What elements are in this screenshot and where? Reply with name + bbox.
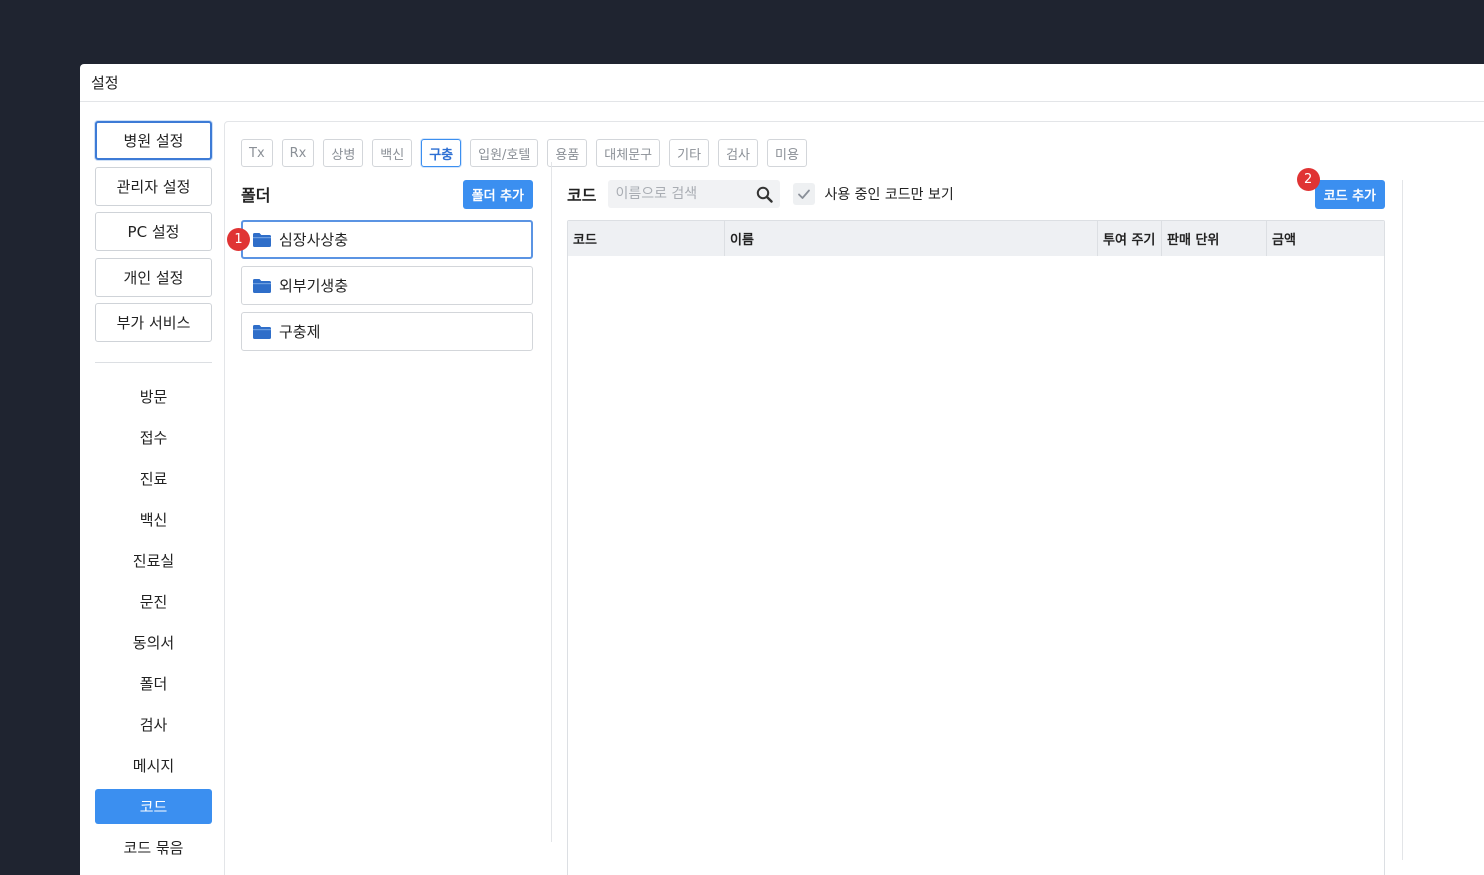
window-title: 설정 bbox=[91, 74, 119, 92]
nav-link-questionnaire[interactable]: 문진 bbox=[95, 584, 212, 619]
nav-link-exam-room[interactable]: 진료실 bbox=[95, 543, 212, 578]
check-icon bbox=[798, 189, 811, 199]
active-codes-checkbox[interactable] bbox=[793, 183, 816, 205]
tab-grooming[interactable]: 미용 bbox=[766, 139, 807, 167]
annotation-badge-2: 2 bbox=[1296, 168, 1320, 191]
column-header-sale-unit[interactable]: 판매 단위 bbox=[1162, 221, 1267, 256]
nav-link-visit[interactable]: 방문 bbox=[95, 379, 212, 414]
add-folder-button[interactable]: 폴더 추가 bbox=[462, 179, 533, 209]
search-box bbox=[608, 180, 781, 208]
folder-label: 외부기생충 bbox=[279, 277, 349, 295]
code-table: 코드 이름 투여 주기 판매 단위 금액 bbox=[567, 220, 1385, 875]
column-header-code[interactable]: 코드 bbox=[568, 221, 725, 256]
nav-link-test[interactable]: 검사 bbox=[95, 707, 212, 742]
settings-window: 설정 병원 설정 관리자 설정 PC 설정 개인 설정 부가 서비스 방문 접수… bbox=[80, 64, 1484, 875]
folder-icon bbox=[253, 324, 271, 339]
nav-link-code[interactable]: 코드 bbox=[95, 789, 212, 824]
nav-admin-settings[interactable]: 관리자 설정 bbox=[95, 166, 212, 206]
nav-pc-settings[interactable]: PC 설정 bbox=[95, 212, 212, 251]
folder-icon bbox=[253, 278, 271, 293]
column-divider bbox=[551, 162, 552, 842]
search-input[interactable] bbox=[615, 186, 751, 202]
folder-item-external-parasites[interactable]: 외부기생충 bbox=[241, 266, 533, 305]
tab-test[interactable]: 검사 bbox=[718, 139, 758, 167]
tab-rx[interactable]: Rx bbox=[281, 139, 315, 167]
left-nav: 병원 설정 관리자 설정 PC 설정 개인 설정 부가 서비스 방문 접수 진료… bbox=[95, 121, 212, 871]
nav-link-vaccine[interactable]: 백신 bbox=[95, 502, 212, 537]
tab-diagnosis[interactable]: 상병 bbox=[323, 139, 364, 167]
code-toolbar: 코드 사용 중인 코드만 보기 코드 추가 2 bbox=[567, 168, 1385, 209]
folder-column: 폴더 폴더 추가 심장사상충 1 외부기생충 구충제 bbox=[227, 179, 533, 358]
tab-etc[interactable]: 기타 bbox=[669, 139, 710, 167]
column-header-name[interactable]: 이름 bbox=[725, 221, 1098, 256]
right-divider bbox=[1402, 180, 1403, 860]
column-header-dosing-cycle[interactable]: 투여 주기 bbox=[1098, 221, 1162, 256]
code-title: 코드 bbox=[567, 186, 597, 205]
tab-substitute-text[interactable]: 대체문구 bbox=[596, 139, 661, 167]
folder-icon bbox=[253, 232, 271, 247]
nav-link-code-bundle[interactable]: 코드 묶음 bbox=[95, 830, 212, 865]
folder-list: 심장사상충 1 외부기생충 구충제 bbox=[227, 220, 533, 351]
folder-item-dewormer[interactable]: 구충제 bbox=[241, 312, 533, 351]
nav-link-message[interactable]: 메시지 bbox=[95, 748, 212, 783]
nav-divider bbox=[95, 362, 212, 363]
nav-link-consent[interactable]: 동의서 bbox=[95, 625, 212, 660]
folder-header: 폴더 폴더 추가 bbox=[241, 179, 533, 209]
active-codes-label: 사용 중인 코드만 보기 bbox=[824, 187, 954, 203]
content-panel: Tx Rx 상병 백신 구충 입원/호텔 용품 대체문구 기타 검사 미용 폴더… bbox=[224, 121, 1484, 875]
code-column: 코드 사용 중인 코드만 보기 코드 추가 2 코드 이름 투 bbox=[567, 168, 1385, 875]
nav-link-treatment[interactable]: 진료 bbox=[95, 461, 212, 496]
nav-link-reception[interactable]: 접수 bbox=[95, 420, 212, 455]
add-code-button[interactable]: 코드 추가 bbox=[1314, 180, 1385, 209]
code-table-header: 코드 이름 투여 주기 판매 단위 금액 bbox=[568, 221, 1384, 256]
tab-vaccine[interactable]: 백신 bbox=[372, 139, 413, 167]
code-add-wrapper: 코드 추가 2 bbox=[1296, 168, 1385, 209]
search-icon[interactable] bbox=[756, 186, 774, 203]
annotation-badge-1: 1 bbox=[227, 228, 250, 251]
nav-link-folder[interactable]: 폴더 bbox=[95, 666, 212, 701]
tab-supplies[interactable]: 용품 bbox=[547, 139, 588, 167]
tab-inpatient-hotel[interactable]: 입원/호텔 bbox=[470, 139, 539, 167]
folder-item-heartworm[interactable]: 심장사상충 1 bbox=[227, 220, 533, 259]
category-tabs: Tx Rx 상병 백신 구충 입원/호텔 용품 대체문구 기타 검사 미용 bbox=[241, 139, 807, 167]
window-titlebar: 설정 bbox=[80, 64, 1484, 102]
folder-title: 폴더 bbox=[241, 186, 271, 205]
column-header-price[interactable]: 금액 bbox=[1267, 221, 1384, 256]
tab-deworming[interactable]: 구충 bbox=[421, 139, 462, 167]
folder-label: 구충제 bbox=[279, 323, 321, 341]
nav-personal-settings[interactable]: 개인 설정 bbox=[95, 257, 212, 297]
tab-tx[interactable]: Tx bbox=[241, 139, 273, 167]
folder-label: 심장사상충 bbox=[279, 231, 349, 249]
nav-hospital-settings[interactable]: 병원 설정 bbox=[95, 121, 212, 160]
nav-addon-services[interactable]: 부가 서비스 bbox=[95, 303, 212, 342]
